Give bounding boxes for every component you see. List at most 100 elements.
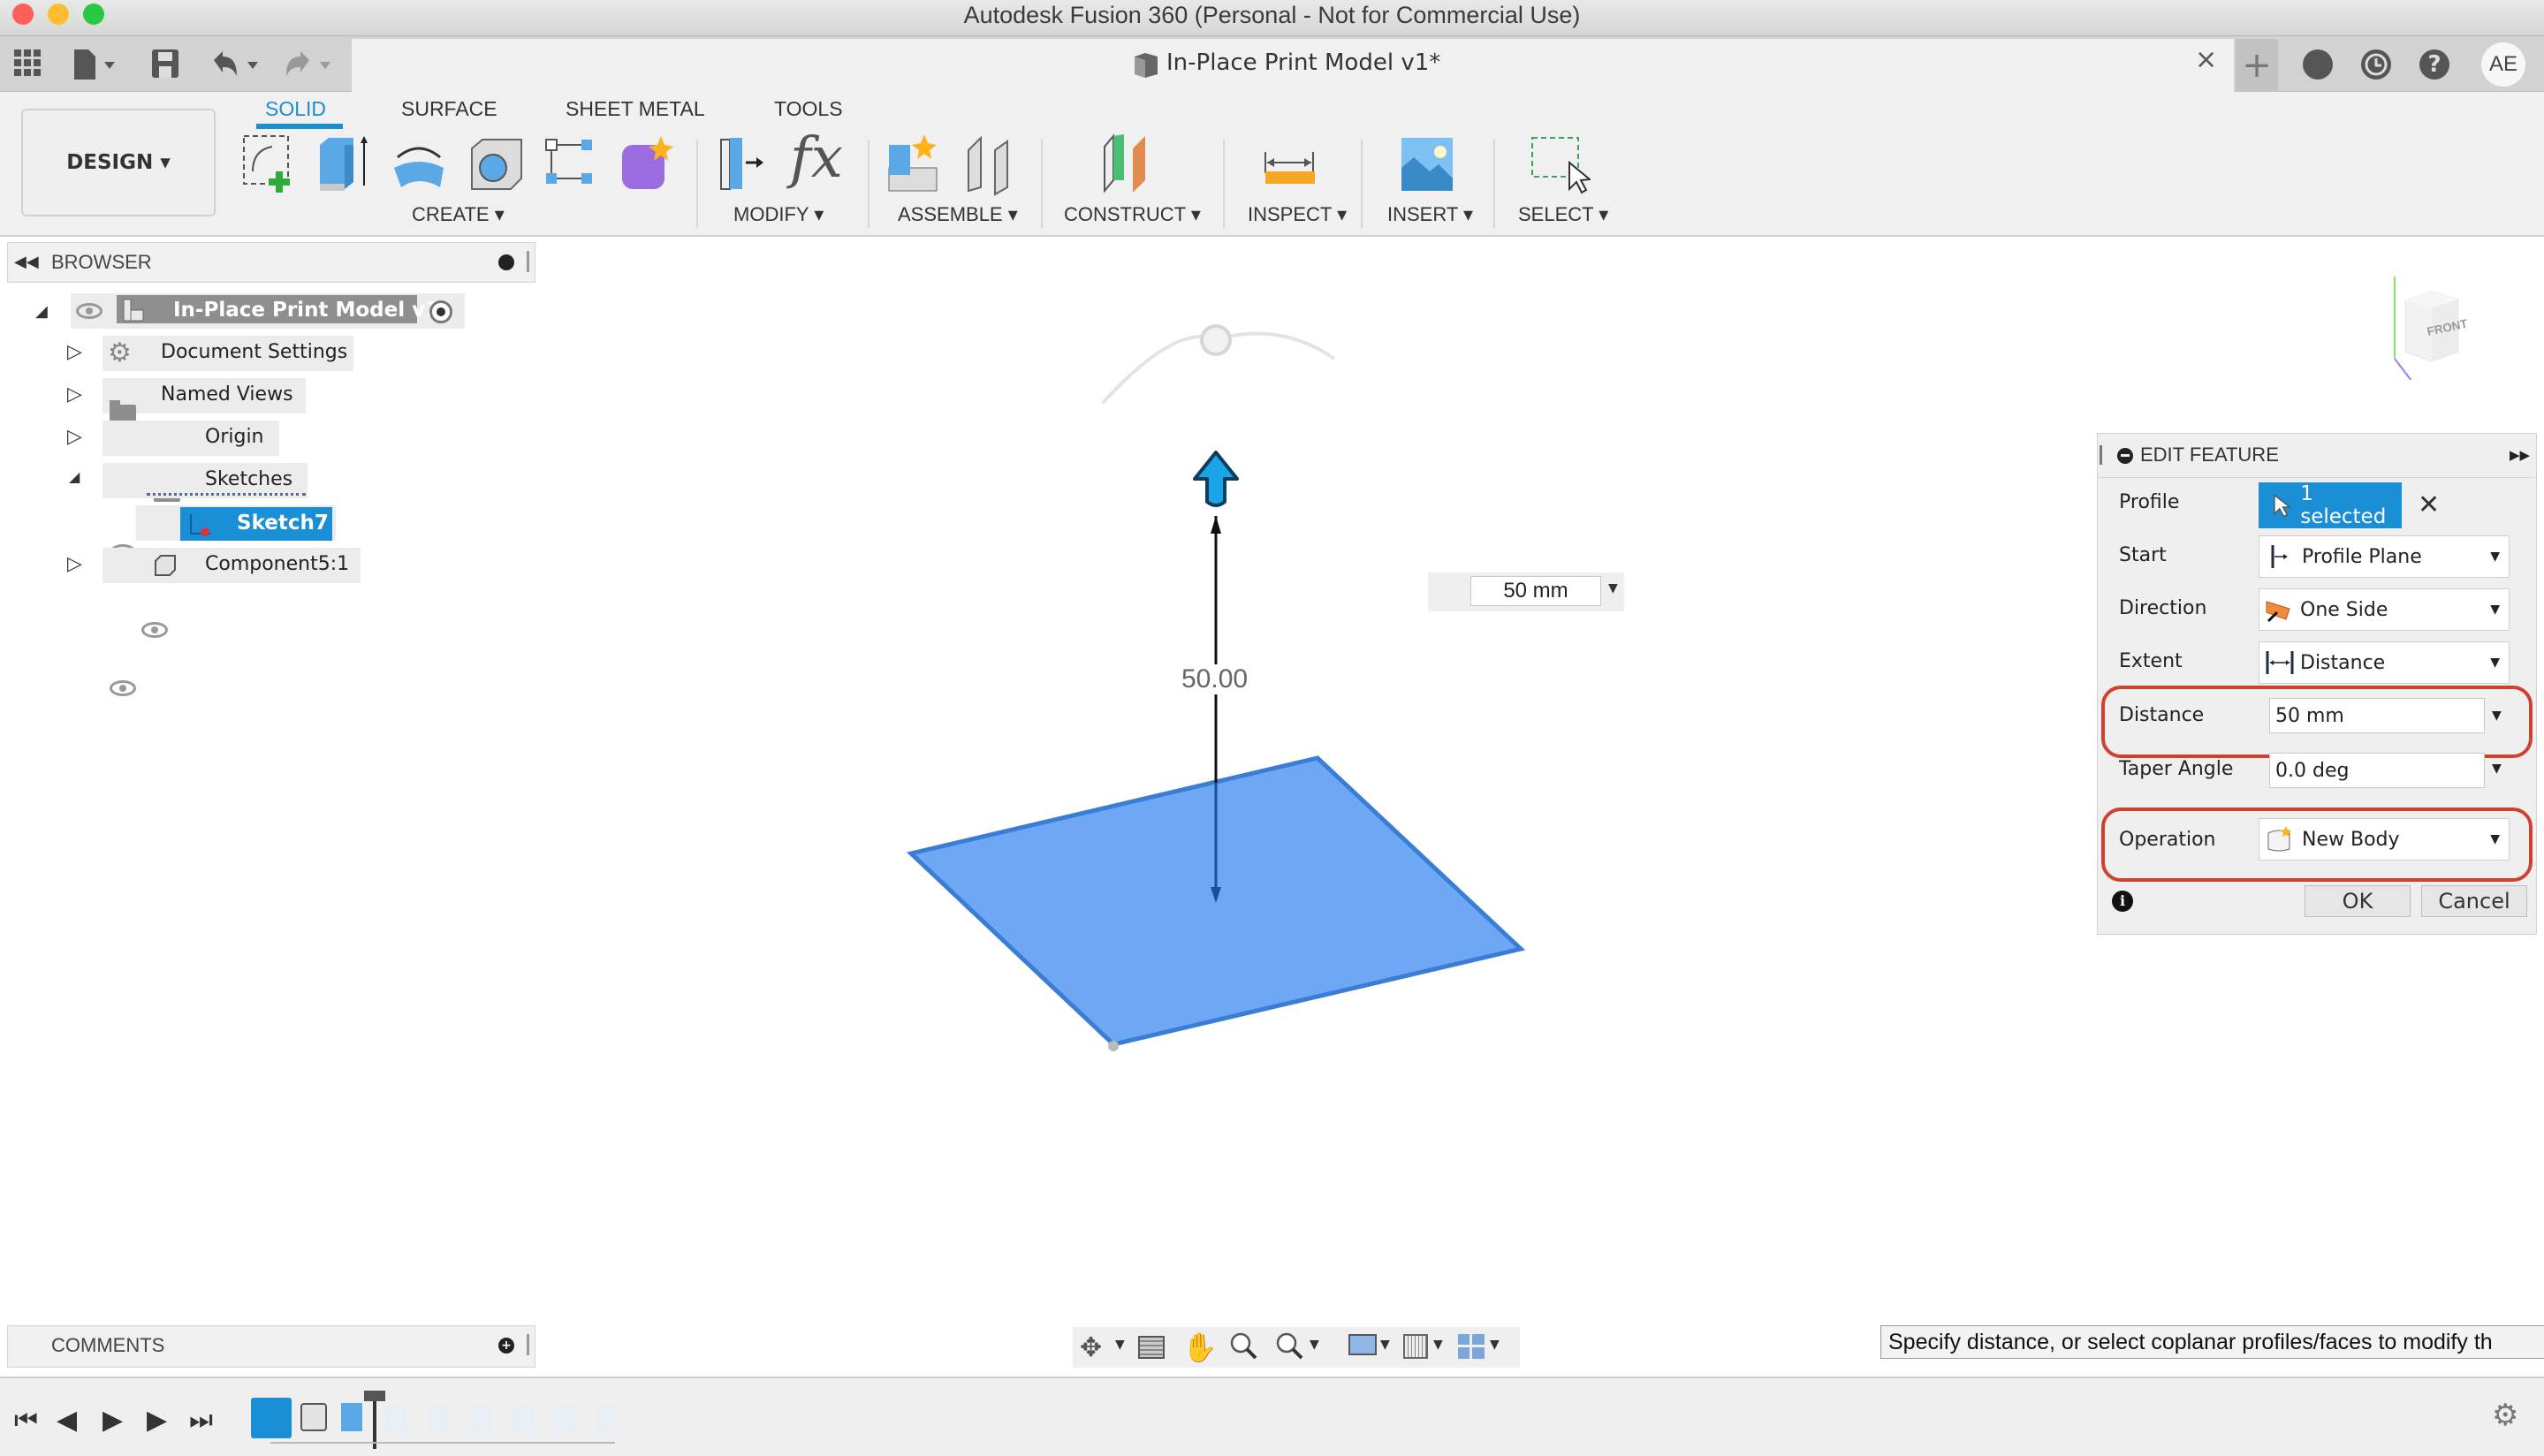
floating-distance-input[interactable]: 50 mm — [1470, 576, 1601, 606]
clock-icon[interactable] — [2361, 49, 2391, 80]
grid-icon[interactable] — [14, 37, 41, 93]
dimension-label: 50.00 — [1181, 664, 1249, 694]
origin-point — [1108, 1041, 1119, 1051]
save-icon[interactable] — [152, 49, 178, 81]
extrude-icon[interactable] — [315, 133, 376, 196]
ribbon-separator — [696, 140, 698, 228]
cancel-button[interactable]: Cancel — [2421, 885, 2527, 917]
press-pull-icon[interactable] — [714, 133, 776, 196]
parameters-icon[interactable]: fx — [790, 125, 843, 191]
timeline-extrude-feature[interactable] — [341, 1403, 362, 1431]
timeline-future-features[interactable] — [385, 1405, 615, 1433]
undo-icon[interactable] — [210, 49, 260, 81]
tab-tools[interactable]: TOOLS — [774, 97, 843, 121]
ok-button[interactable]: OK — [2305, 885, 2411, 917]
document-tab-title: In-Place Print Model v1* — [1166, 49, 1441, 76]
hole-icon[interactable] — [467, 133, 528, 196]
help-icon[interactable]: ? — [2419, 49, 2449, 80]
step-back-icon[interactable]: ◀ — [57, 1405, 77, 1436]
tab-solid[interactable]: SOLID — [265, 97, 326, 121]
select-menu[interactable]: SELECT ▾ — [1518, 203, 1608, 226]
timeline-sketch-feature[interactable] — [251, 1398, 292, 1438]
direction-dropdown[interactable]: One Side ▼ — [2259, 588, 2510, 631]
plus-icon[interactable]: + — [2236, 39, 2278, 92]
clear-selection-icon[interactable]: ✕ — [2418, 489, 2440, 520]
go-start-icon[interactable]: ⏮ — [14, 1405, 38, 1436]
timeline-bar — [0, 1376, 2544, 1456]
rotation-handle[interactable] — [1200, 324, 1232, 356]
add-comment-icon[interactable]: + — [498, 1338, 514, 1354]
insert-menu[interactable]: INSERT ▾ — [1387, 203, 1473, 226]
play-icon[interactable]: ▶ — [103, 1405, 123, 1436]
edit-feature-title: EDIT FEATURE — [2140, 444, 2279, 466]
avatar[interactable]: AE — [2481, 42, 2525, 87]
tab-surface[interactable]: SURFACE — [401, 97, 497, 121]
select-icon[interactable] — [1529, 133, 1592, 196]
ribbon-separator — [1041, 140, 1043, 228]
zoom-icon[interactable] — [1228, 1331, 1260, 1366]
dimension-arrowhead-top — [1211, 516, 1221, 534]
distance-input[interactable]: 50 mm — [2269, 698, 2485, 733]
go-end-icon[interactable]: ⏭ — [189, 1405, 213, 1436]
inspect-menu[interactable]: INSPECT ▾ — [1248, 203, 1347, 226]
extent-dropdown[interactable]: Distance ▼ — [2259, 641, 2510, 684]
ribbon-separator — [1223, 140, 1225, 228]
job-status-icon[interactable] — [2303, 49, 2333, 80]
look-at-icon[interactable] — [1138, 1336, 1165, 1359]
grid-snaps-icon[interactable] — [1403, 1334, 1428, 1359]
ribbon-separator — [1493, 140, 1495, 228]
viewports-dropdown[interactable]: ▼ — [1490, 1338, 1500, 1352]
info-icon[interactable]: i — [2112, 891, 2133, 912]
timeline-marker[interactable] — [373, 1394, 376, 1449]
assemble-menu[interactable]: ASSEMBLE ▾ — [898, 203, 1018, 226]
fit-dropdown[interactable]: ▼ — [1310, 1338, 1319, 1352]
orbit-icon[interactable]: ✥ — [1080, 1332, 1102, 1363]
step-forward-icon[interactable]: ▶ — [147, 1405, 167, 1436]
revolve-icon[interactable] — [389, 133, 451, 196]
insert-image-icon[interactable] — [1400, 133, 1462, 196]
start-dropdown[interactable]: Profile Plane ▼ — [2259, 535, 2510, 578]
joint-icon[interactable] — [963, 133, 1025, 196]
distance-dropdown-icon[interactable]: ▼ — [2492, 709, 2502, 723]
tab-sheet-metal[interactable]: SHEET METAL — [566, 97, 705, 121]
measure-icon[interactable] — [1260, 133, 1322, 196]
direction-label: Direction — [2119, 597, 2207, 619]
extrude-drag-arrow[interactable] — [1193, 451, 1239, 507]
collapse-panel-icon[interactable] — [2117, 448, 2133, 464]
create-sketch-icon[interactable] — [240, 133, 302, 196]
taper-angle-input[interactable]: 0.0 deg — [2269, 753, 2485, 788]
timeline-settings-gear-icon[interactable]: ⚙ — [2492, 1398, 2518, 1433]
floating-distance-dropdown[interactable]: ▼ — [1608, 581, 1618, 595]
timeline-marker-handle[interactable] — [364, 1391, 385, 1401]
profile-selection-button[interactable]: 1 selected — [2259, 482, 2402, 528]
display-settings-dropdown[interactable]: ▼ — [1380, 1338, 1390, 1352]
taper-angle-label: Taper Angle — [2119, 758, 2234, 780]
chevron-down-icon: ▼ — [2490, 656, 2500, 670]
operation-label: Operation — [2119, 829, 2216, 851]
operation-dropdown[interactable]: New Body ▼ — [2259, 818, 2510, 861]
view-cube[interactable]: FRONT — [2379, 274, 2485, 380]
timeline-component-feature[interactable] — [300, 1403, 327, 1431]
pattern-icon[interactable] — [541, 133, 603, 196]
fit-icon[interactable] — [1274, 1331, 1306, 1366]
comments-resize-handle[interactable] — [527, 1334, 529, 1355]
display-settings-icon[interactable] — [1348, 1334, 1377, 1355]
viewports-icon[interactable] — [1458, 1334, 1485, 1359]
construct-menu[interactable]: CONSTRUCT ▾ — [1064, 203, 1201, 226]
modify-menu[interactable]: MODIFY ▾ — [733, 203, 824, 226]
create-form-icon[interactable] — [615, 133, 677, 196]
create-menu[interactable]: CREATE ▾ — [412, 203, 505, 226]
redo-icon[interactable] — [283, 49, 332, 81]
pan-icon[interactable]: ✋ — [1182, 1331, 1218, 1364]
expand-panel-icon[interactable]: ▶▶ — [2510, 447, 2530, 463]
orbit-dropdown[interactable]: ▼ — [1115, 1338, 1125, 1352]
taper-dropdown-icon[interactable]: ▼ — [2492, 762, 2502, 776]
close-tab-button[interactable]: × — [2195, 44, 2217, 75]
start-label: Start — [2119, 544, 2167, 566]
grid-dropdown[interactable]: ▼ — [1433, 1338, 1443, 1352]
file-icon[interactable] — [72, 49, 117, 83]
workspace-switcher-button[interactable]: DESIGN ▾ — [21, 109, 216, 216]
new-component-icon[interactable] — [885, 133, 947, 196]
panel-drag-handle[interactable] — [2100, 445, 2102, 465]
offset-plane-icon[interactable] — [1101, 133, 1163, 196]
